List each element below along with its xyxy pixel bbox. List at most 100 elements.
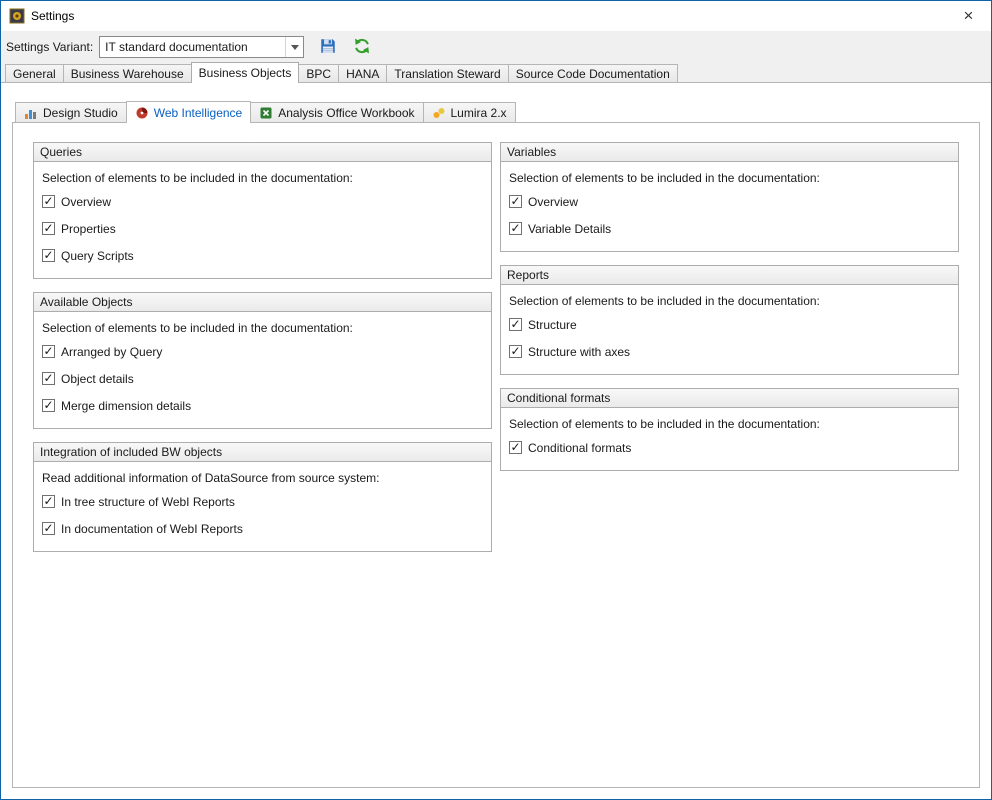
sub-tab-design-studio[interactable]: Design Studio xyxy=(15,102,127,122)
group-integration-of-included-bw-objects: Integration of included BW objects Read a… xyxy=(33,442,492,552)
group-description: Read additional information of DataSourc… xyxy=(42,469,483,487)
group-body: Selection of elements to be included in … xyxy=(501,408,958,470)
checkbox-icon[interactable]: ✓ xyxy=(42,495,55,508)
checkbox-row-merge-dimension-details[interactable]: ✓ Merge dimension details xyxy=(42,392,483,419)
sub-tab-strip: Design Studio Web Intelligence Analysis Of… xyxy=(15,100,991,122)
business-objects-tab-page: Design Studio Web Intelligence Analysis Of… xyxy=(1,83,991,799)
settings-variant-combobox[interactable]: IT standard documentation xyxy=(99,36,304,58)
group-queries: Queries Selection of elements to be inclu… xyxy=(33,142,492,279)
group-description: Selection of elements to be included in … xyxy=(509,292,950,310)
group-body: Read additional information of DataSourc… xyxy=(34,462,491,551)
checkbox-row-structure[interactable]: ✓ Structure xyxy=(509,311,950,338)
checkbox-row-variable-details[interactable]: ✓ Variable Details xyxy=(509,215,950,242)
web-intelligence-panel: Queries Selection of elements to be inclu… xyxy=(12,122,980,788)
checkbox-label: Object details xyxy=(61,372,134,386)
group-conditional-formats: Conditional formats Selection of elements… xyxy=(500,388,959,471)
checkbox-row-query-scripts[interactable]: ✓ Query Scripts xyxy=(42,242,483,269)
group-title: Reports xyxy=(501,266,958,285)
main-tab-general[interactable]: General xyxy=(5,64,64,82)
checkbox-icon[interactable]: ✓ xyxy=(42,195,55,208)
checkbox-row-properties[interactable]: ✓ Properties xyxy=(42,215,483,242)
checkbox-label: In documentation of WebI Reports xyxy=(61,522,243,536)
group-body: Selection of elements to be included in … xyxy=(34,312,491,428)
checkbox-icon[interactable]: ✓ xyxy=(42,372,55,385)
right-column: Variables Selection of elements to be inc… xyxy=(500,142,959,484)
checkbox-label: Conditional formats xyxy=(528,441,631,455)
refresh-button[interactable] xyxy=(350,35,374,59)
group-title: Conditional formats xyxy=(501,389,958,408)
checkbox-row-structure-with-axes[interactable]: ✓ Structure with axes xyxy=(509,338,950,365)
main-tab-business-warehouse[interactable]: Business Warehouse xyxy=(63,64,192,82)
checkbox-icon[interactable]: ✓ xyxy=(509,222,522,235)
group-description: Selection of elements to be included in … xyxy=(42,169,483,187)
main-tab-bpc[interactable]: BPC xyxy=(298,64,339,82)
group-reports: Reports Selection of elements to be inclu… xyxy=(500,265,959,375)
main-tab-translation-steward[interactable]: Translation Steward xyxy=(386,64,508,82)
window-title: Settings xyxy=(31,9,74,23)
main-tab-strip: GeneralBusiness WarehouseBusiness Object… xyxy=(1,63,991,83)
design-studio-icon xyxy=(24,106,38,120)
settings-variant-toolbar: Settings Variant: IT standard documentat… xyxy=(1,31,991,63)
sub-tab-label: Analysis Office Workbook xyxy=(278,106,414,120)
left-column: Queries Selection of elements to be inclu… xyxy=(33,142,492,565)
checkbox-label: Merge dimension details xyxy=(61,399,191,413)
checkbox-row-in-tree-structure-of-webi-reports[interactable]: ✓ In tree structure of WebI Reports xyxy=(42,488,483,515)
group-title: Queries xyxy=(34,143,491,162)
group-available-objects: Available Objects Selection of elements t… xyxy=(33,292,492,429)
panel-inner: Queries Selection of elements to be inclu… xyxy=(13,123,979,565)
group-body: Selection of elements to be included in … xyxy=(501,162,958,251)
web-intelligence-icon xyxy=(135,106,149,120)
settings-variant-label: Settings Variant: xyxy=(6,40,93,54)
save-icon xyxy=(319,37,337,58)
sub-tab-lumira-2-x[interactable]: Lumira 2.x xyxy=(423,102,516,122)
chevron-down-icon[interactable] xyxy=(285,37,303,57)
checkbox-icon[interactable]: ✓ xyxy=(42,399,55,412)
checkbox-icon[interactable]: ✓ xyxy=(42,345,55,358)
main-tab-hana[interactable]: HANA xyxy=(338,64,387,82)
checkbox-row-arranged-by-query[interactable]: ✓ Arranged by Query xyxy=(42,338,483,365)
checkbox-icon[interactable]: ✓ xyxy=(42,522,55,535)
checkbox-label: Query Scripts xyxy=(61,249,134,263)
settings-window: Settings × Settings Variant: IT standard… xyxy=(0,0,992,800)
checkbox-icon[interactable]: ✓ xyxy=(509,195,522,208)
sub-tab-web-intelligence[interactable]: Web Intelligence xyxy=(126,101,252,123)
close-icon[interactable]: × xyxy=(946,2,991,31)
analysis-office-icon xyxy=(259,106,273,120)
checkbox-label: Properties xyxy=(61,222,116,236)
checkbox-row-conditional-formats[interactable]: ✓ Conditional formats xyxy=(509,434,950,461)
checkbox-icon[interactable]: ✓ xyxy=(42,222,55,235)
title-bar: Settings × xyxy=(1,1,991,31)
group-description: Selection of elements to be included in … xyxy=(509,169,950,187)
group-body: Selection of elements to be included in … xyxy=(34,162,491,278)
checkbox-label: Variable Details xyxy=(528,222,611,236)
group-description: Selection of elements to be included in … xyxy=(509,415,950,433)
group-variables: Variables Selection of elements to be inc… xyxy=(500,142,959,252)
checkbox-row-overview[interactable]: ✓ Overview xyxy=(509,188,950,215)
checkbox-label: Arranged by Query xyxy=(61,345,162,359)
group-description: Selection of elements to be included in … xyxy=(42,319,483,337)
sub-tab-label: Lumira 2.x xyxy=(451,106,507,120)
group-title: Integration of included BW objects xyxy=(34,443,491,462)
checkbox-icon[interactable]: ✓ xyxy=(509,441,522,454)
checkbox-icon[interactable]: ✓ xyxy=(509,345,522,358)
group-title: Variables xyxy=(501,143,958,162)
lumira-icon xyxy=(432,106,446,120)
checkbox-row-object-details[interactable]: ✓ Object details xyxy=(42,365,483,392)
settings-variant-value: IT standard documentation xyxy=(100,40,285,54)
checkbox-row-in-documentation-of-webi-reports[interactable]: ✓ In documentation of WebI Reports xyxy=(42,515,483,542)
checkbox-label: In tree structure of WebI Reports xyxy=(61,495,235,509)
checkbox-label: Overview xyxy=(61,195,111,209)
sub-tab-analysis-office-workbook[interactable]: Analysis Office Workbook xyxy=(250,102,423,122)
sub-tab-label: Design Studio xyxy=(43,106,118,120)
save-button[interactable] xyxy=(316,35,340,59)
checkbox-icon[interactable]: ✓ xyxy=(42,249,55,262)
checkbox-label: Structure xyxy=(528,318,577,332)
checkbox-icon[interactable]: ✓ xyxy=(509,318,522,331)
checkbox-label: Overview xyxy=(528,195,578,209)
checkbox-row-overview[interactable]: ✓ Overview xyxy=(42,188,483,215)
group-title: Available Objects xyxy=(34,293,491,312)
main-tab-source-code-documentation[interactable]: Source Code Documentation xyxy=(508,64,678,82)
checkbox-label: Structure with axes xyxy=(528,345,630,359)
main-tab-business-objects[interactable]: Business Objects xyxy=(191,62,300,83)
refresh-icon xyxy=(353,37,371,58)
